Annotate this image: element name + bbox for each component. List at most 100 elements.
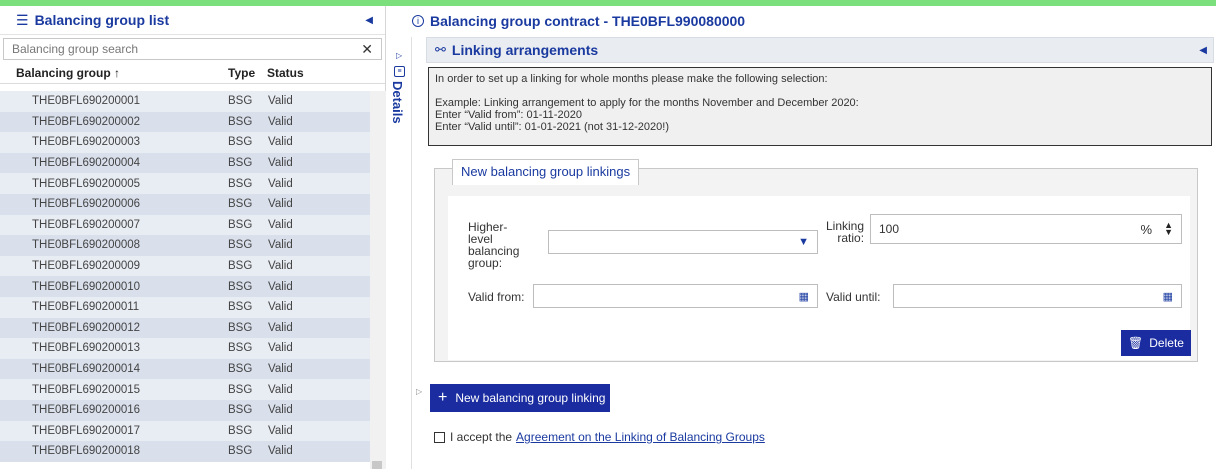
table-row[interactable]: THE0BFL690200016 BSG Valid (0, 399, 370, 421)
percent-unit: % (1140, 221, 1153, 237)
accept-checkbox[interactable] (434, 431, 445, 443)
cell-status: Valid (268, 404, 293, 417)
collapse-section-icon[interactable]: ◀ (1199, 45, 1207, 56)
accept-agreement: I accept the Agreement on the Linking of… (434, 430, 765, 444)
table-row[interactable]: THE0BFL690200003 BSG Valid (0, 132, 370, 153)
linking-section-header[interactable]: ⚯ Linking arrangements ◀ (426, 37, 1214, 63)
cell-type: BSG (228, 383, 253, 396)
table-row[interactable]: THE0BFL690200004 BSG Valid (0, 152, 370, 174)
cell-status: Valid (268, 321, 293, 334)
cell-status: Valid (268, 383, 293, 396)
cell-status: Valid (268, 239, 293, 252)
note-line: Enter “Valid until”: 01-01-2021 (not 31-… (435, 121, 669, 133)
table-row[interactable]: THE0BFL690200014 BSG Valid (0, 358, 370, 380)
note-line: In order to set up a linking for whole m… (435, 73, 828, 85)
table-row[interactable]: THE0BFL690200013 BSG Valid (0, 338, 370, 359)
table-row[interactable]: THE0BFL690200010 BSG Valid (0, 276, 370, 297)
expand-details-icon[interactable]: ▷ (396, 51, 402, 60)
trash-icon: 🗑 (1128, 336, 1144, 350)
fieldset-legend: New balancing group linkings (452, 159, 640, 185)
new-linking-button[interactable]: + New balancing group linking (430, 384, 610, 412)
plus-icon: + (438, 389, 448, 406)
scrollbar-track[interactable] (370, 91, 386, 469)
collapse-left-icon[interactable]: ◀ (365, 15, 373, 26)
cell-status: Valid (268, 157, 293, 170)
cell-type: BSG (228, 363, 253, 376)
cell-group: THE0BFL690200011 (32, 301, 140, 314)
details-label[interactable]: Details (390, 81, 405, 124)
table-row[interactable]: THE0BFL690200017 BSG Valid (0, 420, 370, 442)
cell-type: BSG (228, 157, 253, 170)
higher-level-select[interactable]: ▼ (548, 230, 818, 254)
cell-type: BSG (228, 404, 253, 417)
cell-status: Valid (268, 115, 293, 128)
search-box: ✕ (3, 38, 382, 60)
table-row[interactable]: THE0BFL690200007 BSG Valid (0, 214, 370, 236)
calendar-icon[interactable]: ▦ (799, 290, 809, 303)
table-row[interactable]: THE0BFL690200015 BSG Valid (0, 379, 370, 400)
table-row[interactable]: THE0BFL690200005 BSG Valid (0, 173, 370, 194)
col-balancing-group[interactable]: Balancing group ↑ (0, 66, 228, 80)
table-row[interactable]: THE0BFL690200002 BSG Valid (0, 111, 370, 133)
contract-panel: i Balancing group contract - THE0BFL9900… (412, 6, 1216, 469)
details-strip: ▷ ≡ Details ▷ (388, 37, 422, 469)
linking-ratio-input[interactable]: 100 % ▲ ▼ (870, 214, 1182, 244)
cell-group: THE0BFL690200007 (32, 218, 141, 231)
list-panel-title: Balancing group list (34, 12, 170, 28)
table-body: THE0BFL690200001 BSG Valid THE0BFL690200002… (0, 91, 370, 462)
valid-from-label: Valid from: (468, 290, 525, 304)
higher-level-label: Higher- level balancing group: (468, 220, 520, 270)
table-row[interactable]: THE0BFL690200009 BSG Valid (0, 255, 370, 277)
table-row[interactable]: THE0BFL690200008 BSG Valid (0, 235, 370, 256)
cell-status: Valid (268, 136, 293, 149)
col-status[interactable]: Status (259, 66, 319, 80)
note-line: Enter “Valid from”: 01-11-2020 (435, 109, 582, 121)
search-input[interactable] (12, 42, 362, 56)
linking-ratio-label: Linking ratio: (826, 219, 865, 245)
cell-type: BSG (228, 136, 253, 149)
sort-asc-icon: ↑ (114, 66, 121, 80)
table-row[interactable]: THE0BFL690200018 BSG Valid (0, 441, 370, 462)
cell-type: BSG (228, 280, 253, 293)
table-row[interactable]: THE0BFL690200001 BSG Valid (0, 91, 370, 112)
clear-search-icon[interactable]: ✕ (361, 41, 373, 58)
valid-until-input[interactable]: ▦ (893, 284, 1182, 308)
valid-until-label: Valid until: (826, 290, 881, 304)
cell-status: Valid (268, 198, 293, 211)
cell-status: Valid (268, 260, 293, 273)
dropdown-arrow-icon[interactable]: ▼ (798, 236, 809, 248)
calendar-icon[interactable]: ▦ (1163, 290, 1173, 303)
cell-group: THE0BFL690200018 (32, 445, 141, 458)
cell-type: BSG (228, 218, 253, 231)
cell-group: THE0BFL690200014 (32, 363, 141, 376)
cell-group: THE0BFL690200010 (32, 280, 141, 293)
scrollbar-thumb[interactable] (372, 461, 382, 469)
list-icon: ☰ (16, 11, 29, 28)
cell-type: BSG (228, 301, 253, 314)
cell-status: Valid (268, 177, 293, 190)
cell-status: Valid (268, 363, 293, 376)
cell-group: THE0BFL690200012 (32, 321, 141, 334)
cell-type: BSG (228, 115, 253, 128)
table-row[interactable]: THE0BFL690200012 BSG Valid (0, 317, 370, 339)
cell-status: Valid (268, 218, 293, 231)
details-icon: ≡ (394, 66, 405, 77)
table-row[interactable]: THE0BFL690200011 BSG Valid (0, 296, 370, 318)
table-row[interactable]: THE0BFL690200006 BSG Valid (0, 193, 370, 215)
cell-group: THE0BFL690200006 (32, 198, 141, 211)
cell-group: THE0BFL690200003 (32, 136, 141, 149)
col-type[interactable]: Type (228, 66, 259, 80)
cell-type: BSG (228, 321, 253, 334)
stepper-icon[interactable]: ▲ ▼ (1164, 221, 1173, 237)
cell-group: THE0BFL690200016 (32, 404, 141, 417)
contract-header: i Balancing group contract - THE0BFL9900… (412, 10, 745, 32)
note-line: Example: Linking arrangement to apply fo… (435, 97, 859, 109)
delete-button[interactable]: 🗑 Delete (1121, 330, 1191, 356)
cell-group: THE0BFL690200017 (32, 424, 141, 437)
cell-type: BSG (228, 177, 253, 190)
cell-status: Valid (268, 280, 293, 293)
valid-from-input[interactable]: ▦ (533, 284, 818, 308)
cell-group: THE0BFL690200015 (32, 383, 141, 396)
cell-group: THE0BFL690200002 (32, 115, 141, 128)
agreement-link[interactable]: Agreement on the Linking of Balancing Gr… (516, 430, 765, 444)
